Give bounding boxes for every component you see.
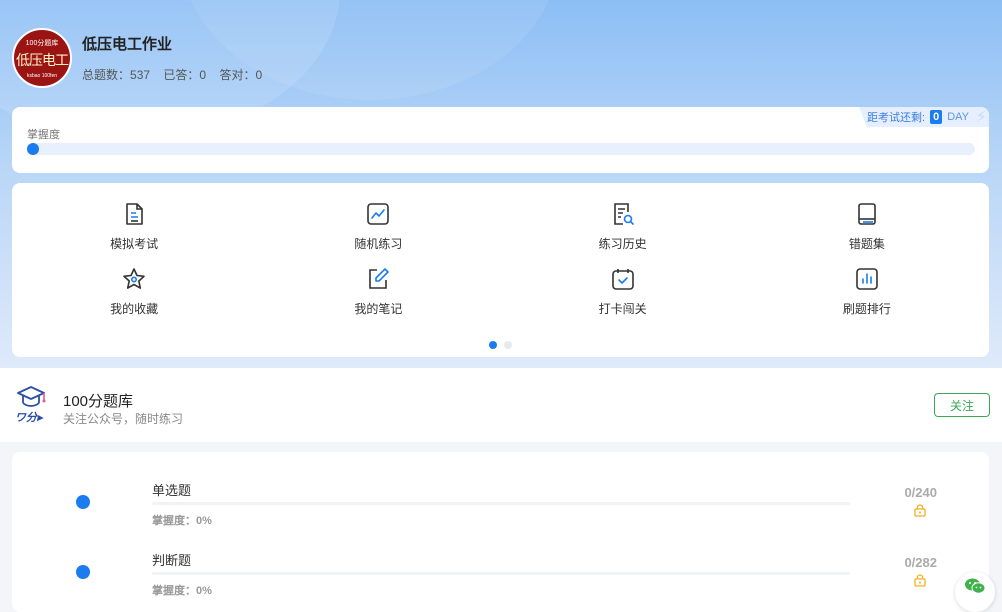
question-count: 0/282 <box>904 555 937 570</box>
question-mastery: 掌握度：0% <box>152 585 212 597</box>
page-dot-2[interactable] <box>504 341 512 349</box>
countdown-label: 距考试还剩: <box>867 112 926 124</box>
menu-my-notes[interactable]: 我的笔记 <box>256 266 500 317</box>
wechat-icon <box>965 578 986 594</box>
question-progress-bar <box>152 572 850 575</box>
follow-title: 100分题库 <box>63 393 134 410</box>
follow-button[interactable]: 关注 <box>934 393 990 417</box>
bar-chart-icon <box>856 268 878 290</box>
follow-subtitle: 关注公众号，随时练习 <box>63 412 184 426</box>
course-avatar[interactable]: 100分题库 低压电工 ksbao 100fen <box>12 28 72 88</box>
question-progress-bar <box>152 502 850 505</box>
question-row-single-choice[interactable]: 单选题 掌握度：0% 0/240 <box>12 452 989 527</box>
page-dot-1[interactable] <box>489 341 497 349</box>
correct-count: 答对：0 <box>219 68 263 82</box>
menu-practice-history[interactable]: 练习历史 <box>501 201 745 252</box>
history-search-icon <box>613 203 634 225</box>
menu-random-practice[interactable]: 随机练习 <box>256 201 500 252</box>
menu-ranking[interactable]: 刷题排行 <box>745 266 989 317</box>
course-title: 低压电工作业 <box>82 36 173 53</box>
chart-line-icon <box>367 203 390 225</box>
question-row-true-false[interactable]: 判断题 掌握度：0% 0/282 <box>12 522 989 597</box>
question-count: 0/240 <box>904 485 937 500</box>
total-questions: 总题数：537 <box>82 68 151 82</box>
follow-account-bar: ワ分▸ 100分题库 关注公众号，随时练习 关注 <box>0 368 1002 442</box>
status-dot <box>76 565 90 579</box>
star-icon <box>123 268 145 289</box>
menu-checkin[interactable]: 打卡闯关 <box>501 266 745 317</box>
lock-icon <box>914 574 926 587</box>
mastery-progress-indicator <box>27 143 39 155</box>
menu-favorites[interactable]: 我的收藏 <box>12 266 256 317</box>
question-type-name: 判断题 <box>152 553 192 568</box>
course-stats: 总题数：537 已答：0 答对：0 <box>82 66 272 83</box>
book-icon <box>858 203 876 225</box>
document-icon <box>126 203 143 225</box>
mastery-card: 距考试还剩: 0 DAY ⚡ 掌握度 <box>12 107 989 173</box>
feature-menu: 模拟考试 随机练习 练习历史 错题集 我的收藏 我的笔记 打卡闯关 刷题排行 <box>12 183 989 357</box>
mastery-progress-bar <box>27 143 975 155</box>
question-type-name: 单选题 <box>152 483 192 498</box>
lightning-icon: ⚡ <box>975 109 987 126</box>
mastery-label: 掌握度 <box>27 129 60 141</box>
question-type-list: 单选题 掌握度：0% 0/240 判断题 掌握度：0% 0/282 <box>12 452 989 612</box>
page-indicator <box>12 341 989 349</box>
svg-text:ワ分▸: ワ分▸ <box>15 411 44 424</box>
wechat-float-button[interactable] <box>955 572 995 612</box>
lock-icon <box>914 504 926 517</box>
menu-wrong-questions[interactable]: 错题集 <box>745 201 989 252</box>
course-header: 100分题库 低压电工 ksbao 100fen 低压电工作业 总题数：537 … <box>12 28 272 88</box>
exam-countdown[interactable]: 距考试还剩: 0 DAY ⚡ <box>859 107 989 127</box>
calendar-check-icon <box>611 269 634 290</box>
status-dot <box>76 495 90 509</box>
graduation-cap-logo-icon: ワ分▸ <box>15 386 46 424</box>
countdown-unit: DAY <box>947 111 969 123</box>
edit-note-icon <box>369 268 390 289</box>
countdown-days: 0 <box>930 110 943 124</box>
menu-mock-exam[interactable]: 模拟考试 <box>12 201 256 252</box>
answered-count: 已答：0 <box>163 68 207 82</box>
